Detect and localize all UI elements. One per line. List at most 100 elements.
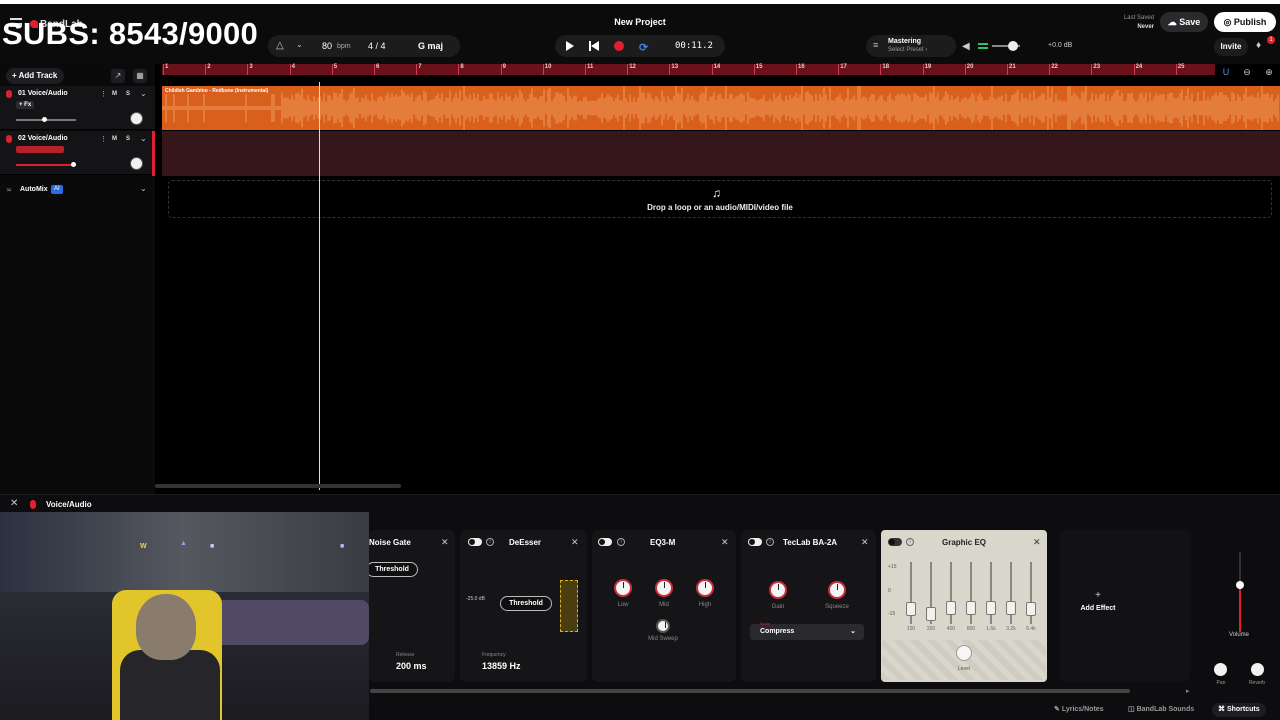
horizontal-scrollbar[interactable]	[155, 484, 401, 488]
solo-button[interactable]: S	[126, 91, 130, 97]
play-icon[interactable]	[566, 41, 574, 51]
bell-icon[interactable]: ♦	[1256, 40, 1261, 51]
gain-knob[interactable]	[769, 581, 787, 599]
time-signature[interactable]: 4 / 4	[368, 41, 386, 51]
speaker-icon[interactable]: ◀	[962, 41, 970, 52]
ai-badge: AI	[51, 185, 63, 194]
publish-button[interactable]: ◎ Publish	[1214, 12, 1276, 32]
eq-mid-label: Mid	[659, 602, 669, 608]
track-volume-handle[interactable]	[42, 117, 47, 122]
zoom-out-icon[interactable]: ⊖	[1239, 67, 1255, 81]
track-name[interactable]: 01 Voice/Audio	[18, 90, 68, 97]
info-icon[interactable]: i	[617, 538, 625, 546]
mode-select[interactable]: Compress ⌄	[750, 624, 864, 640]
chevron-down-icon[interactable]: ⌄	[296, 40, 303, 49]
add-effect-label[interactable]: Add Effect	[1060, 605, 1136, 612]
project-title[interactable]: New Project	[590, 17, 690, 27]
tempo-value[interactable]: 80	[322, 41, 332, 51]
info-icon[interactable]: i	[766, 538, 774, 546]
automix-label[interactable]: AutoMix	[20, 186, 48, 193]
mute-button[interactable]: M	[112, 91, 117, 97]
eq-high-knob[interactable]	[696, 579, 714, 597]
release-value[interactable]: 200 ms	[396, 661, 427, 671]
eq-band-handle[interactable]	[1026, 602, 1036, 616]
eq-band-label: 400	[946, 626, 956, 632]
invite-button[interactable]: Invite	[1214, 38, 1248, 56]
close-icon[interactable]: ✕	[721, 537, 729, 548]
close-icon[interactable]: ✕	[861, 537, 869, 548]
zoom-in-icon[interactable]: ⊕	[1261, 67, 1277, 81]
chevron-right-icon[interactable]: ▸	[1186, 687, 1190, 695]
automation-icon[interactable]: ↗	[111, 69, 125, 83]
noise-gate-title: Noise Gate	[369, 538, 411, 547]
toggle-switch[interactable]	[598, 538, 612, 546]
snap-icon[interactable]: U	[1218, 67, 1234, 81]
lyrics-notes-button[interactable]: ✎ Lyrics/Notes	[1048, 703, 1110, 717]
return-to-start-icon[interactable]	[589, 41, 599, 51]
volume-handle[interactable]	[1236, 581, 1244, 589]
eq-mid-knob[interactable]	[655, 579, 673, 597]
mode-value: Compress	[760, 628, 795, 635]
eq-band-handle[interactable]	[906, 602, 916, 616]
mid-sweep-knob[interactable]	[656, 619, 670, 633]
track-name[interactable]: 02 Voice/Audio	[18, 135, 68, 142]
track-pan-knob[interactable]	[130, 112, 143, 125]
master-volume-handle[interactable]	[1008, 41, 1018, 51]
close-icon[interactable]: ✕	[441, 537, 449, 548]
eq-band-handle[interactable]	[926, 607, 936, 621]
squeeze-knob[interactable]	[828, 581, 846, 599]
music-note-icon: ♫	[712, 186, 721, 200]
more-icon[interactable]: ⋮	[100, 135, 107, 143]
track-volume-handle[interactable]	[71, 162, 76, 167]
mic-icon	[30, 500, 36, 509]
close-icon[interactable]: ✕	[1033, 537, 1041, 548]
chevron-down-icon[interactable]: ⌄	[140, 89, 147, 98]
close-icon[interactable]: ✕	[10, 498, 18, 509]
frequency-value[interactable]: 13859 Hz	[482, 661, 521, 671]
track-volume-slider[interactable]	[16, 164, 76, 166]
metronome-icon[interactable]: △	[276, 40, 284, 51]
chevron-down-icon[interactable]: ⌄	[140, 134, 147, 143]
toggle-switch[interactable]	[468, 538, 482, 546]
shortcuts-button[interactable]: ⌘ Shortcuts	[1212, 703, 1266, 717]
record-icon[interactable]	[614, 41, 624, 51]
pan-knob[interactable]	[1214, 663, 1227, 676]
effects-scrollbar[interactable]	[370, 689, 1130, 693]
eq-band-handle[interactable]	[1006, 601, 1016, 615]
noise-gate-threshold[interactable]: Threshold	[366, 562, 418, 577]
ruler-tick: 5	[331, 64, 338, 75]
level-label: Level	[958, 666, 970, 672]
loop-icon[interactable]: ⟳	[639, 41, 648, 54]
mute-button[interactable]: M	[112, 136, 117, 142]
save-button[interactable]: ☁ Save	[1160, 12, 1208, 32]
eq-band-handle[interactable]	[986, 601, 996, 615]
plus-icon[interactable]: +	[1060, 590, 1136, 601]
solo-button[interactable]: S	[126, 136, 130, 142]
track-pan-knob[interactable]	[130, 157, 143, 170]
mastering-label: Mastering	[888, 38, 922, 45]
level-knob[interactable]	[956, 645, 972, 661]
ruler-tick: 8	[458, 64, 464, 75]
toggle-switch[interactable]	[748, 538, 762, 546]
timeline-ruler[interactable]: 1 2 3 4 5 6 7 8 9 10 11 12 13 14 15 16 17 18 19 20 21 22 23 24 2…	[162, 64, 1215, 75]
chevron-down-icon[interactable]: ⌄	[140, 184, 147, 193]
eq-band-handle[interactable]	[946, 601, 956, 615]
reverb-knob[interactable]	[1251, 663, 1264, 676]
close-icon[interactable]: ✕	[571, 537, 579, 548]
deesser-threshold[interactable]: Threshold	[500, 596, 552, 611]
info-icon[interactable]: i	[486, 538, 494, 546]
deesser-band[interactable]	[560, 580, 578, 632]
waveform	[162, 86, 1279, 130]
playhead[interactable]	[319, 82, 320, 490]
eq-band-handle[interactable]	[966, 601, 976, 615]
bandlab-sounds-button[interactable]: ◫ BandLab Sounds	[1122, 703, 1200, 717]
add-track-button[interactable]: + Add Track	[6, 68, 64, 84]
ruler-tick: 21	[1007, 64, 1016, 75]
add-fx-button[interactable]: + Fx	[16, 101, 35, 109]
empty-track-lane[interactable]	[162, 131, 1280, 176]
audio-clip[interactable]	[162, 86, 1280, 130]
input-selector[interactable]	[16, 146, 64, 153]
track-settings-icon[interactable]: ▦	[133, 69, 147, 83]
eq-low-knob[interactable]	[614, 579, 632, 597]
more-icon[interactable]: ⋮	[100, 90, 107, 98]
